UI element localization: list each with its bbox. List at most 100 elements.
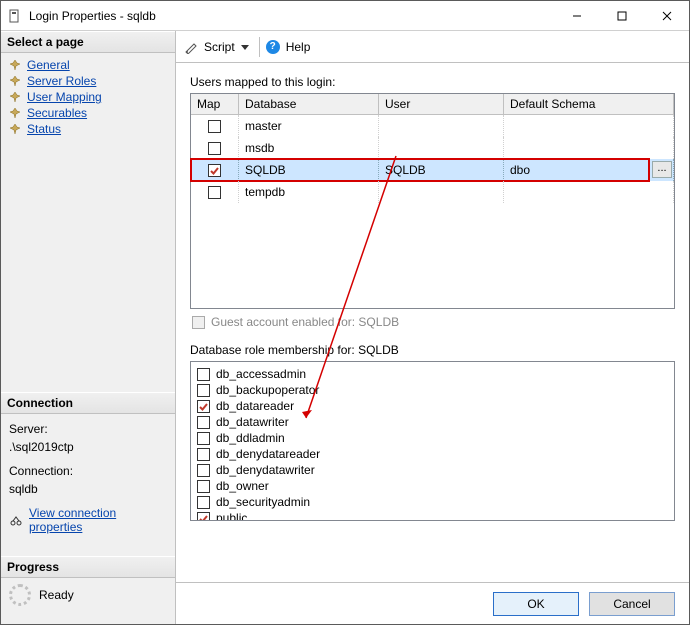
pin-icon — [9, 75, 21, 87]
role-checkbox[interactable] — [197, 400, 210, 413]
role-checkbox[interactable] — [197, 368, 210, 381]
server-value: .\sql2019ctp — [9, 438, 167, 456]
progress-header: Progress — [1, 556, 175, 578]
sidebar-item-label[interactable]: Securables — [27, 106, 87, 120]
progress-status: Ready — [39, 588, 74, 602]
minimize-button[interactable] — [554, 1, 599, 30]
pin-icon — [9, 123, 21, 135]
progress-spinner-icon — [9, 584, 31, 606]
maximize-button[interactable] — [599, 1, 644, 30]
cell-default-schema — [504, 137, 674, 159]
role-membership-label: Database role membership for: SQLDB — [190, 343, 675, 357]
role-item[interactable]: db_backupoperator — [197, 382, 668, 398]
view-connection-properties-link[interactable]: View connection properties — [29, 506, 167, 534]
cell-database: msdb — [239, 137, 379, 159]
role-checkbox[interactable] — [197, 432, 210, 445]
map-checkbox[interactable] — [208, 120, 221, 133]
schema-browse-button[interactable]: ... — [652, 161, 672, 178]
sidebar-item-label[interactable]: Server Roles — [27, 74, 96, 88]
sidebar-item-user-mapping[interactable]: User Mapping — [5, 89, 171, 105]
cell-default-schema — [504, 181, 674, 203]
role-label: db_denydatawriter — [216, 463, 315, 477]
cell-database: master — [239, 115, 379, 137]
map-checkbox[interactable] — [208, 164, 221, 177]
close-button[interactable] — [644, 1, 689, 30]
users-mapped-label: Users mapped to this login: — [190, 75, 675, 89]
table-row[interactable]: tempdb — [191, 181, 674, 203]
role-item[interactable]: db_denydatareader — [197, 446, 668, 462]
ok-button[interactable]: OK — [493, 592, 579, 616]
cell-user — [379, 115, 504, 137]
dialog-window: Login Properties - sqldb Select a page G… — [0, 0, 690, 625]
sidebar-item-label[interactable]: Status — [27, 122, 61, 136]
connection-info: Server: .\sql2019ctp Connection: sqldb — [1, 414, 175, 504]
role-item[interactable]: db_datawriter — [197, 414, 668, 430]
role-label: db_backupoperator — [216, 383, 319, 397]
role-membership-list[interactable]: db_accessadmin db_backupoperator db_datare… — [190, 361, 675, 521]
pin-icon — [9, 91, 21, 103]
sidebar-item-server-roles[interactable]: Server Roles — [5, 73, 171, 89]
guest-account-checkbox — [192, 316, 205, 329]
cell-user — [379, 181, 504, 203]
role-label: db_ddladmin — [216, 431, 285, 445]
role-checkbox[interactable] — [197, 448, 210, 461]
cell-user — [379, 137, 504, 159]
role-item[interactable]: db_ddladmin — [197, 430, 668, 446]
role-item[interactable]: db_denydatawriter — [197, 462, 668, 478]
role-label: db_datareader — [216, 399, 294, 413]
script-dropdown-icon[interactable] — [241, 43, 249, 51]
map-checkbox[interactable] — [208, 142, 221, 155]
cancel-button[interactable]: Cancel — [589, 592, 675, 616]
window-title: Login Properties - sqldb — [29, 9, 554, 23]
role-checkbox[interactable] — [197, 480, 210, 493]
connection-props-icon — [9, 513, 23, 527]
role-label: db_securityadmin — [216, 495, 310, 509]
cell-default-schema: dbo... — [504, 159, 674, 181]
col-header-map[interactable]: Map — [191, 94, 239, 114]
user-mapping-grid[interactable]: Map Database User Default Schema masterm… — [190, 93, 675, 309]
role-label: db_denydatareader — [216, 447, 320, 461]
role-label: public — [216, 511, 247, 521]
role-item[interactable]: public — [197, 510, 668, 521]
role-item[interactable]: db_datareader — [197, 398, 668, 414]
connection-label: Connection: — [9, 462, 167, 480]
dialog-footer: OK Cancel — [176, 582, 689, 624]
connection-value: sqldb — [9, 480, 167, 498]
role-checkbox[interactable] — [197, 464, 210, 477]
server-label: Server: — [9, 420, 167, 438]
cell-default-schema — [504, 115, 674, 137]
sidebar: Select a page General Server Roles User Ma… — [1, 31, 176, 624]
sidebar-item-label[interactable]: General — [27, 58, 70, 72]
sidebar-item-general[interactable]: General — [5, 57, 171, 73]
col-header-default-schema[interactable]: Default Schema — [504, 94, 674, 114]
role-label: db_accessadmin — [216, 367, 306, 381]
cell-user: SQLDB — [379, 159, 504, 181]
select-page-header: Select a page — [1, 31, 175, 53]
role-item[interactable]: db_securityadmin — [197, 494, 668, 510]
cell-database: tempdb — [239, 181, 379, 203]
role-checkbox[interactable] — [197, 512, 210, 522]
sidebar-item-label[interactable]: User Mapping — [27, 90, 102, 104]
guest-account-label: Guest account enabled for: SQLDB — [211, 315, 399, 329]
table-row[interactable]: master — [191, 115, 674, 137]
script-button[interactable]: Script — [204, 40, 235, 54]
role-item[interactable]: db_accessadmin — [197, 366, 668, 382]
cell-database: SQLDB — [239, 159, 379, 181]
page-nav: General Server Roles User Mapping Securable… — [1, 53, 175, 141]
help-button[interactable]: Help — [286, 40, 311, 54]
role-label: db_datawriter — [216, 415, 289, 429]
role-item[interactable]: db_owner — [197, 478, 668, 494]
col-header-database[interactable]: Database — [239, 94, 379, 114]
role-checkbox[interactable] — [197, 416, 210, 429]
pin-icon — [9, 59, 21, 71]
titlebar[interactable]: Login Properties - sqldb — [1, 1, 689, 31]
table-row[interactable]: SQLDBSQLDBdbo... — [191, 159, 674, 181]
map-checkbox[interactable] — [208, 186, 221, 199]
role-checkbox[interactable] — [197, 496, 210, 509]
role-label: db_owner — [216, 479, 269, 493]
table-row[interactable]: msdb — [191, 137, 674, 159]
sidebar-item-securables[interactable]: Securables — [5, 105, 171, 121]
role-checkbox[interactable] — [197, 384, 210, 397]
col-header-user[interactable]: User — [379, 94, 504, 114]
sidebar-item-status[interactable]: Status — [5, 121, 171, 137]
